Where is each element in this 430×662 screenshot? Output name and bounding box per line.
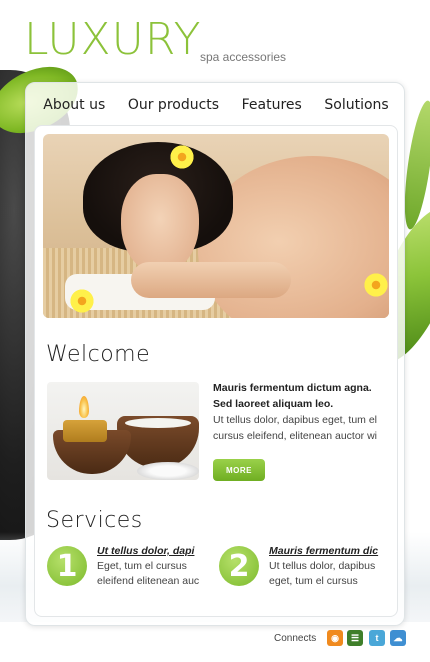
flower-icon xyxy=(363,272,389,298)
hero-image xyxy=(43,134,389,318)
connects-label: Connects xyxy=(274,633,317,644)
main-nav: About us Our products Features Solutions xyxy=(26,93,406,117)
service-text: eleifend elitenean auc xyxy=(97,575,200,587)
rss-icon[interactable]: ◉ xyxy=(327,630,343,646)
more-button[interactable]: MORE xyxy=(213,459,265,481)
evernote-icon[interactable]: ☰ xyxy=(347,630,363,646)
nav-item-our-products[interactable]: Our products xyxy=(128,97,219,113)
welcome-subheadline: Sed laoreet aliquam leo. xyxy=(213,398,334,410)
service-text: Ut tellus dolor, dapibus xyxy=(269,560,376,572)
services-heading: Services xyxy=(46,508,143,533)
site-logo[interactable]: LUXURY xyxy=(24,18,202,62)
content-panel: Welcome Mauris fermentum dictum agna. Se… xyxy=(34,125,398,617)
service-text: eget, tum el cursus xyxy=(269,575,358,587)
service-text: Eget, tum el cursus xyxy=(97,560,187,572)
service-number-badge: 2 xyxy=(219,546,259,586)
welcome-body: cursus eleifend, elitenean auctor wi xyxy=(213,430,378,442)
welcome-text: Mauris fermentum dictum agna. Sed laoree… xyxy=(213,380,393,444)
nav-item-solutions[interactable]: Solutions xyxy=(324,97,388,113)
site-tagline: spa accessories xyxy=(200,50,287,64)
welcome-heading: Welcome xyxy=(46,342,151,367)
nav-item-about-us[interactable]: About us xyxy=(43,97,105,113)
flower-icon xyxy=(69,288,95,314)
service-title-link[interactable]: Ut tellus dolor, dapi xyxy=(97,544,217,559)
service-item: Mauris fermentum dic Ut tellus dolor, da… xyxy=(269,544,389,589)
welcome-body: Ut tellus dolor, dapibus eget, tum el xyxy=(213,414,378,426)
service-number-badge: 1 xyxy=(47,546,87,586)
service-item: Ut tellus dolor, dapi Eget, tum el cursu… xyxy=(97,544,217,589)
twitter-icon[interactable]: t xyxy=(369,630,385,646)
nav-item-features[interactable]: Features xyxy=(242,97,302,113)
flower-icon xyxy=(169,144,195,170)
service-title-link[interactable]: Mauris fermentum dic xyxy=(269,544,389,559)
cloud-icon[interactable]: ☁ xyxy=(390,630,406,646)
welcome-headline: Mauris fermentum dictum agna. xyxy=(213,382,372,394)
candle-image xyxy=(47,382,199,480)
main-card: About us Our products Features Solutions… xyxy=(25,82,405,626)
